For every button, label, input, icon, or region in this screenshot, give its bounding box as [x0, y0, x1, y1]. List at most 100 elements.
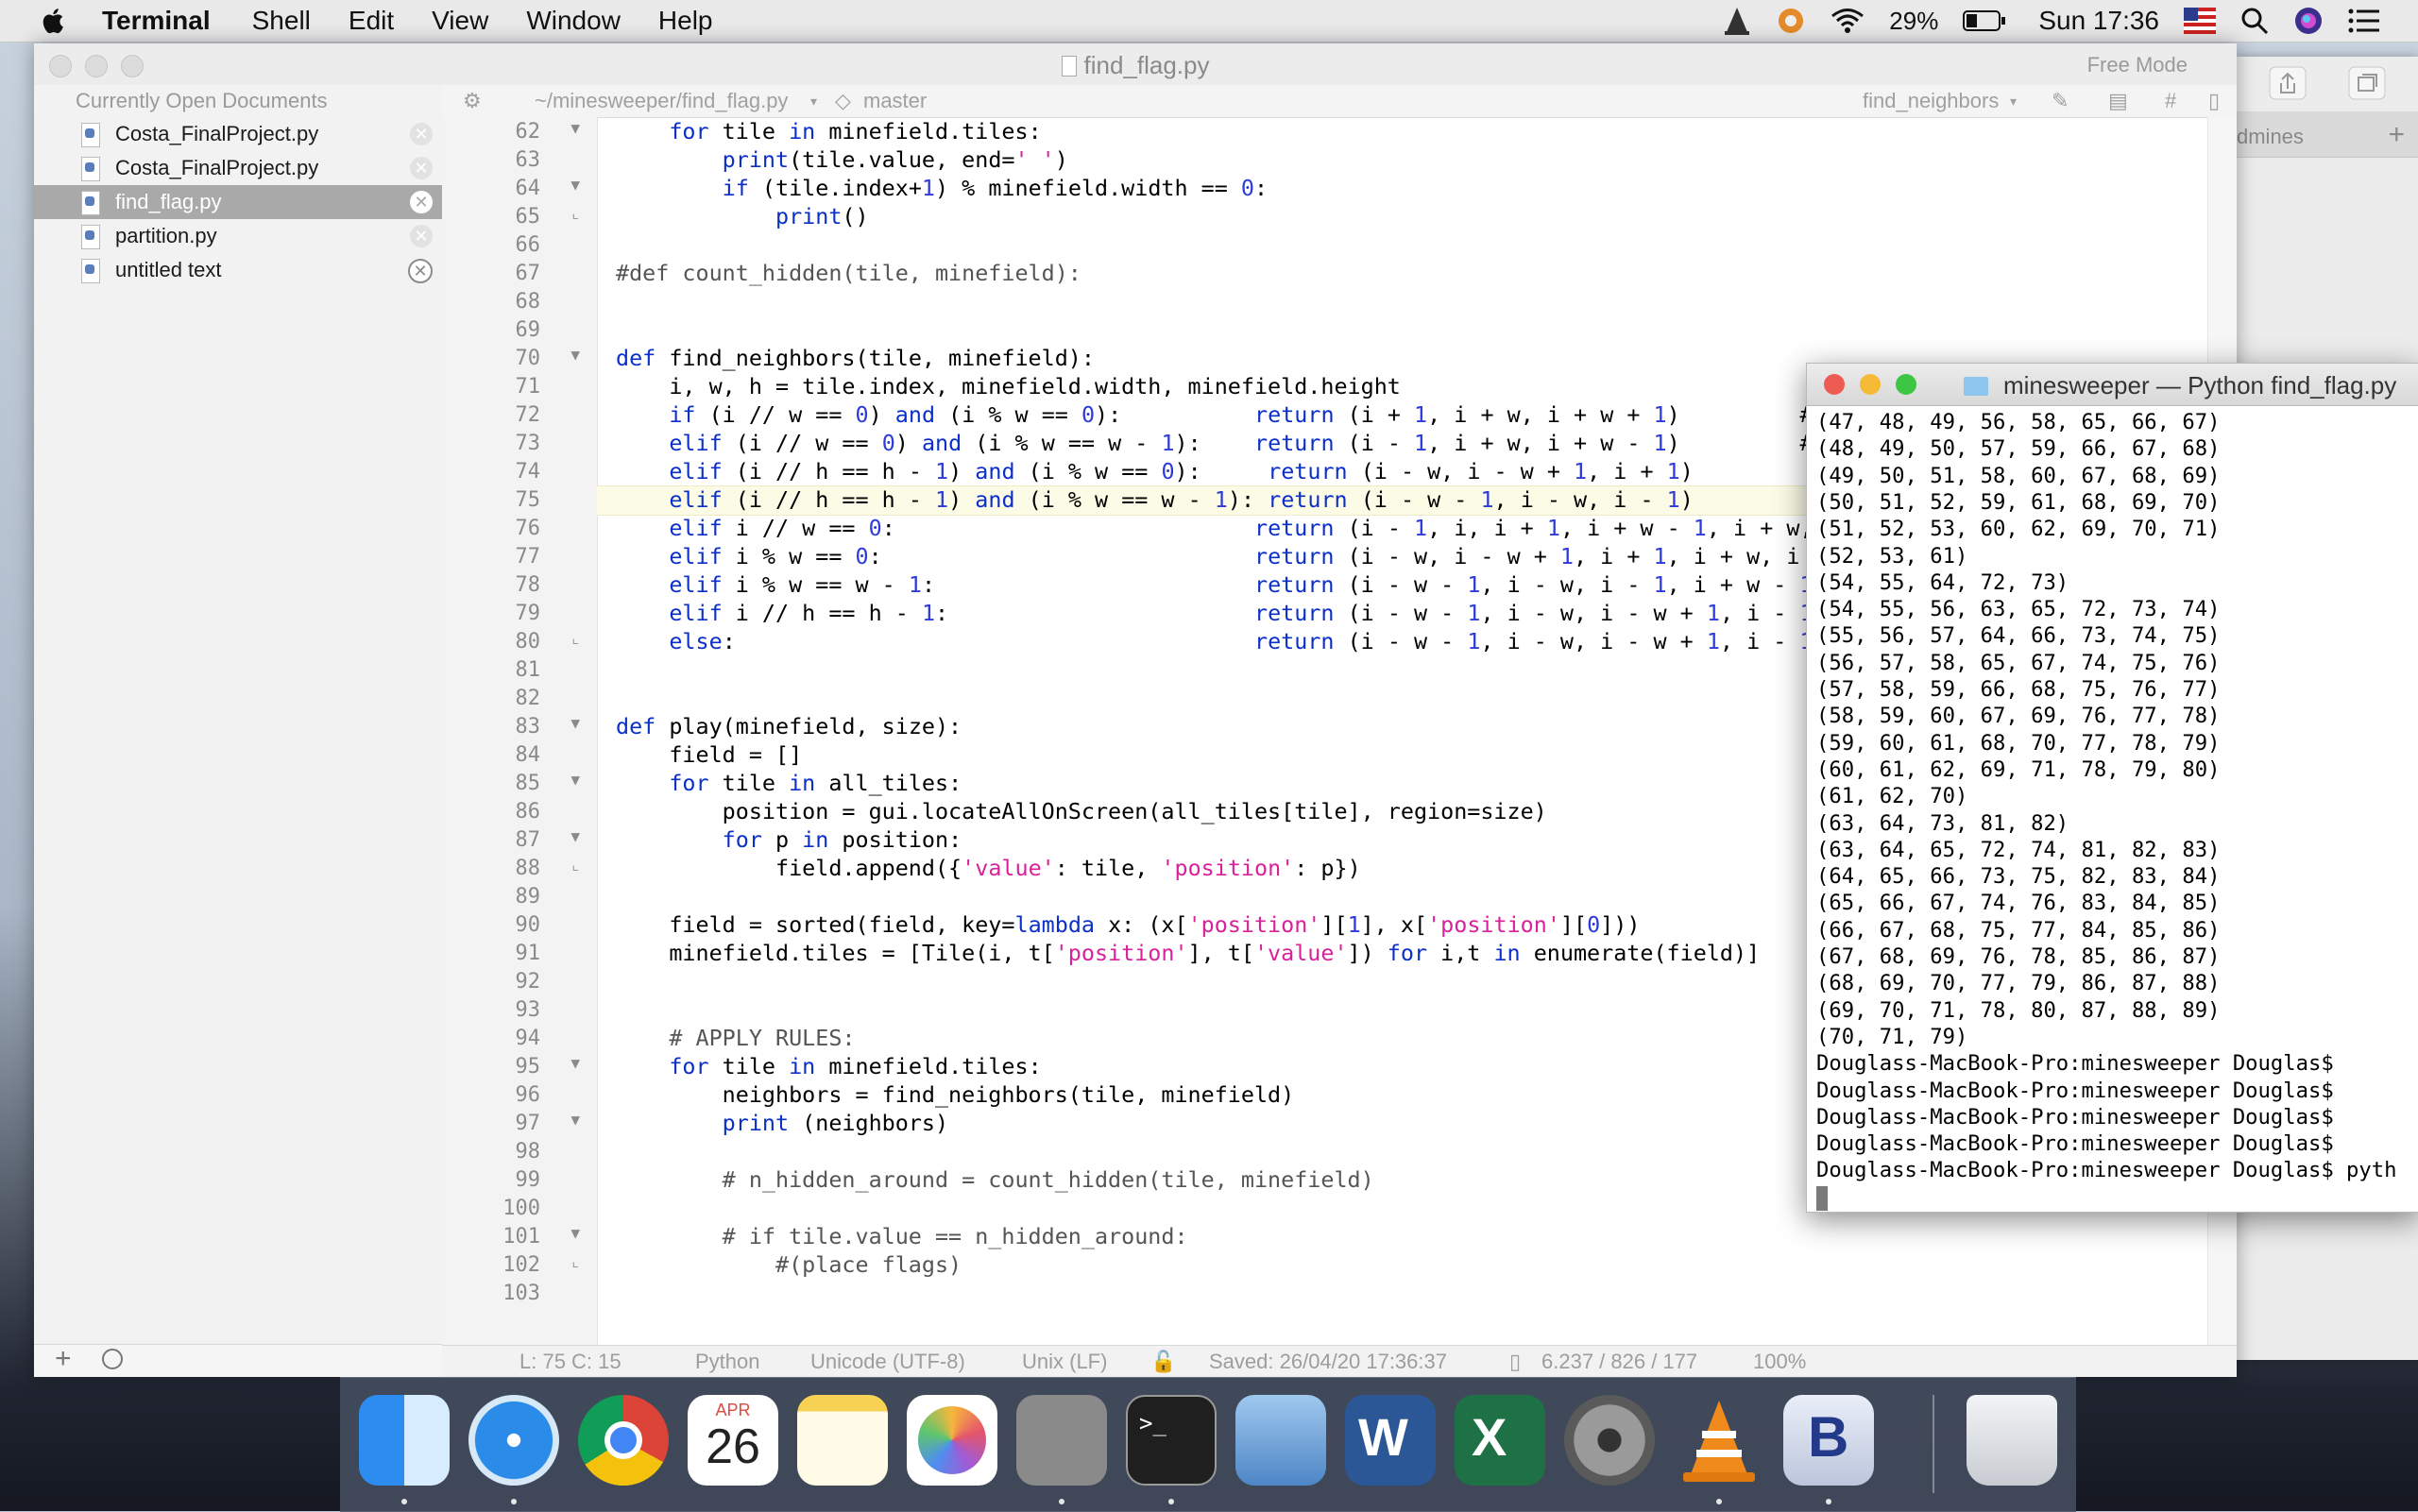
fold-end-icon[interactable]: ⌞	[570, 1252, 580, 1270]
navigation-bar: ⚙ ~/minesweeper/find_flag.py ▾ ◇ master …	[442, 85, 2237, 118]
calculator-icon[interactable]	[1016, 1395, 1107, 1486]
spotlight-search-icon[interactable]	[2240, 7, 2269, 35]
gutter-line: 64 ▼	[442, 174, 597, 202]
menubar-clock[interactable]: Sun 17:36	[2038, 6, 2159, 36]
free-mode-label[interactable]: Free Mode	[2087, 53, 2188, 77]
vlc-status-icon[interactable]	[1723, 6, 1751, 36]
new-tab-button[interactable]: +	[2388, 119, 2405, 151]
terminal-line: (55, 56, 57, 64, 66, 73, 74, 75)	[1816, 623, 2221, 649]
line-endings-menu[interactable]: Unix (LF)	[1022, 1346, 1107, 1377]
terminal-line: (68, 69, 70, 77, 79, 86, 87, 88)	[1816, 971, 2221, 996]
apple-icon[interactable]	[38, 5, 70, 37]
minimize-window-button[interactable]	[1860, 374, 1881, 395]
file-path-popup[interactable]: ~/minesweeper/find_flag.py	[535, 85, 788, 117]
vlc-icon[interactable]	[1674, 1395, 1764, 1486]
terminal-title-bar[interactable]: minesweeper — Python find_flag.py	[1807, 364, 2418, 406]
excel-icon[interactable]: X	[1455, 1395, 1545, 1486]
menu-edit[interactable]: Edit	[349, 6, 394, 36]
hash-menu-icon[interactable]: #	[2165, 85, 2176, 117]
word-icon[interactable]: W	[1345, 1395, 1436, 1486]
zoom-window-button[interactable]	[1896, 374, 1916, 395]
close-window-button[interactable]	[1824, 374, 1845, 395]
tab-overview-icon[interactable]	[2348, 66, 2386, 100]
photos-icon[interactable]	[907, 1395, 997, 1486]
fold-end-icon[interactable]: ⌞	[570, 629, 580, 647]
us-flag-icon[interactable]	[2184, 8, 2216, 34]
calendar-icon[interactable]: APR 26	[688, 1395, 778, 1486]
fold-triangle-icon[interactable]: ▼	[570, 176, 580, 194]
lock-icon[interactable]: 🔓	[1150, 1346, 1176, 1377]
python-file-icon	[81, 157, 100, 181]
fold-end-icon[interactable]: ⌞	[570, 856, 580, 874]
excel-letter: X	[1472, 1407, 1507, 1467]
gear-icon[interactable]: ⚙	[463, 85, 482, 117]
battery-icon[interactable]	[1963, 9, 2006, 32]
code-line: position = gui.locateAllOnScreen(all_til…	[616, 798, 1547, 824]
safari-icon[interactable]	[468, 1395, 559, 1486]
menu-help[interactable]: Help	[658, 6, 713, 36]
fold-triangle-icon[interactable]: ▼	[570, 714, 580, 732]
document-stats[interactable]: 6.237 / 826 / 177	[1541, 1346, 1697, 1377]
sidebar-document[interactable]: Costa_FinalProject.py ✕	[34, 151, 442, 185]
add-document-icon[interactable]: +	[55, 1343, 72, 1375]
terminal-title-text: minesweeper — Python find_flag.py	[2003, 371, 2397, 399]
syntax-language-menu[interactable]: Python	[695, 1346, 760, 1377]
trash-icon[interactable]	[1967, 1395, 2057, 1486]
editor-title-bar[interactable]: find_flag.py Free Mode	[34, 43, 2237, 86]
close-document-icon[interactable]: ✕	[408, 259, 433, 283]
fold-triangle-icon[interactable]: ▼	[570, 119, 580, 137]
menu-window[interactable]: Window	[526, 6, 621, 36]
fold-triangle-icon[interactable]: ▼	[570, 1054, 580, 1072]
code-line: print()	[775, 203, 869, 229]
close-document-icon[interactable]: ✕	[410, 225, 433, 247]
system-preferences-icon[interactable]	[1564, 1395, 1655, 1486]
siri-icon[interactable]	[2293, 6, 2324, 36]
code-line: elif (i // h == h - 1) and (i % w == w -…	[669, 486, 1827, 513]
close-document-icon[interactable]: ✕	[410, 191, 433, 213]
wifi-icon[interactable]	[1831, 8, 1865, 34]
fold-triangle-icon[interactable]: ▼	[570, 1111, 580, 1129]
fold-triangle-icon[interactable]: ▼	[570, 346, 580, 364]
finder-icon[interactable]	[359, 1395, 450, 1486]
recent-documents-icon[interactable]	[102, 1349, 123, 1369]
sidebar-document[interactable]: untitled text ✕	[34, 253, 442, 287]
close-document-icon[interactable]: ✕	[410, 157, 433, 179]
terminal-line: (50, 51, 52, 59, 61, 68, 69, 70)	[1816, 489, 2221, 515]
preview-icon[interactable]	[1235, 1395, 1326, 1486]
close-document-icon[interactable]: ✕	[410, 123, 433, 145]
sidebar-document[interactable]: Costa_FinalProject.py ✕	[34, 117, 442, 151]
gutter-line: 81	[442, 655, 597, 684]
sync-status-icon[interactable]	[1776, 6, 1806, 36]
marker-icon[interactable]: ✎	[2052, 85, 2069, 117]
zoom-level-menu[interactable]: 100%	[1753, 1346, 1806, 1377]
share-icon[interactable]	[2269, 66, 2307, 100]
sidebar-document-selected[interactable]: find_flag.py ✕	[34, 185, 442, 219]
chrome-icon[interactable]	[578, 1395, 669, 1486]
bbedit-icon[interactable]: B	[1783, 1395, 1874, 1486]
menu-app-terminal[interactable]: Terminal	[102, 6, 211, 36]
fold-triangle-icon[interactable]: ▼	[570, 771, 580, 789]
fold-triangle-icon[interactable]: ▼	[570, 827, 580, 845]
cursor-position[interactable]: L: 75 C: 15	[519, 1346, 622, 1377]
terminal-icon[interactable]: >_	[1126, 1395, 1217, 1486]
document-menu-icon[interactable]: ▤	[2108, 85, 2128, 117]
menu-view[interactable]: View	[432, 6, 488, 36]
notification-center-icon[interactable]	[2348, 8, 2380, 33]
line-number: 97	[515, 1112, 541, 1135]
notes-icon[interactable]	[797, 1395, 888, 1486]
page-icon[interactable]: ▯	[2208, 85, 2220, 117]
git-branch-label[interactable]: master	[863, 85, 927, 117]
fold-end-icon[interactable]: ⌞	[570, 204, 580, 222]
background-tab[interactable]: dmines	[2237, 125, 2304, 149]
terminal-window[interactable]: minesweeper — Python find_flag.py (47, 4…	[1806, 363, 2418, 1213]
text-file-icon	[81, 259, 100, 283]
dock: APR 26 >_ W X B	[340, 1377, 2076, 1512]
terminal-output[interactable]: (47, 48, 49, 56, 58, 65, 66, 67) (48, 49,…	[1807, 405, 2418, 1212]
calendar-month: APR	[715, 1401, 751, 1419]
menu-shell[interactable]: Shell	[252, 6, 311, 36]
fold-triangle-icon[interactable]: ▼	[570, 1224, 580, 1242]
code-line: elif i % w == 0: return (i - w, i - w + …	[669, 543, 1800, 569]
sidebar-document[interactable]: partition.py ✕	[34, 219, 442, 253]
function-menu[interactable]: find_neighbors	[1863, 85, 1999, 117]
text-encoding-menu[interactable]: Unicode (UTF-8)	[810, 1346, 965, 1377]
